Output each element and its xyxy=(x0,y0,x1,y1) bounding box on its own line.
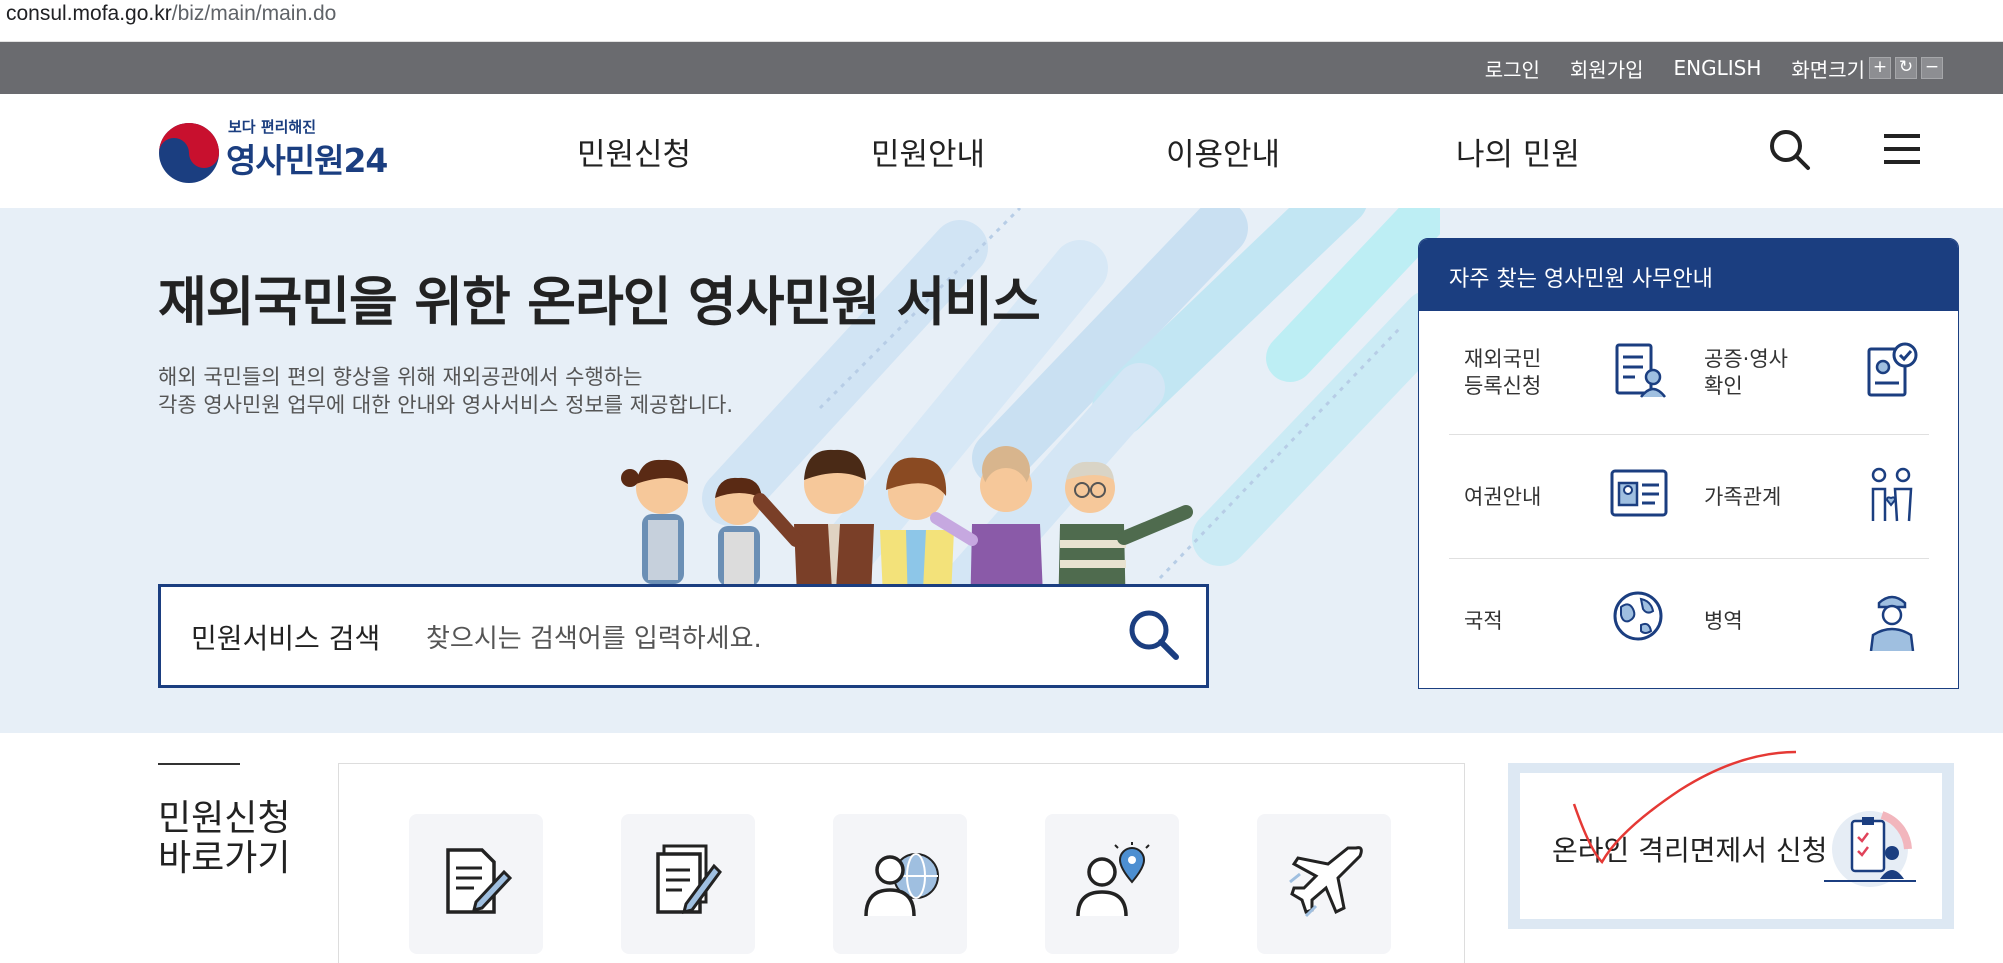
url-text[interactable]: consul.mofa.go.kr/biz/main/main.do xyxy=(6,2,336,26)
document-pen-icon xyxy=(446,848,513,914)
globe-icon xyxy=(1613,591,1663,641)
person-globe-icon xyxy=(864,853,939,917)
airplane-icon xyxy=(1289,846,1363,918)
search-icon[interactable] xyxy=(1768,128,1812,172)
signup-link[interactable]: 회원가입 xyxy=(1570,54,1644,83)
faq-label: 국적 xyxy=(1464,608,1503,633)
hero-section: 재외국민을 위한 온라인 영사민원 서비스 해외 국민들의 편의 향상을 위해 … xyxy=(0,208,2003,733)
screen-size-label: 화면크기 xyxy=(1791,57,1865,82)
faq-label: 확인 xyxy=(1704,374,1743,398)
logo-name: 영사민원24 xyxy=(226,141,388,180)
zoom-out-button[interactable]: − xyxy=(1921,57,1943,79)
taegeuk-emblem-icon xyxy=(159,123,219,183)
hero-title: 재외국민을 위한 온라인 영사민원 서비스 xyxy=(158,272,1041,333)
search-input[interactable]: 찾으시는 검색어를 입력하세요. xyxy=(426,618,762,655)
faq-label: 가족관계 xyxy=(1704,484,1782,509)
soldier-icon xyxy=(1869,595,1915,651)
hero-description-line2: 각종 영사민원 업무에 대한 안내와 영사서비스 정보를 제공합니다. xyxy=(158,393,734,417)
passport-icon xyxy=(1610,469,1668,517)
section-divider xyxy=(158,763,240,765)
quick-apply-item[interactable] xyxy=(621,814,755,954)
quick-apply-title: 민원신청 바로가기 xyxy=(158,799,290,879)
site-header: 보다 편리해진 영사민원24 민원신청 민원안내 이용안내 나의 민원 xyxy=(0,94,2003,208)
quick-apply-title-line1: 민원신청 xyxy=(158,798,291,839)
quick-apply-item[interactable] xyxy=(833,814,967,954)
frequent-services-row: 국적 병역 xyxy=(1449,559,1929,683)
zoom-reset-button[interactable]: ↻ xyxy=(1895,57,1917,79)
english-link[interactable]: ENGLISH xyxy=(1674,56,1762,80)
document-person-icon xyxy=(1615,343,1666,398)
nav-item-apply[interactable]: 민원신청 xyxy=(577,94,691,208)
browser-address-bar[interactable]: consul.mofa.go.kr/biz/main/main.do xyxy=(0,0,2003,42)
login-link[interactable]: 로그인 xyxy=(1485,54,1540,83)
clipboard-check-icon xyxy=(1824,811,1916,887)
url-path: /biz/main/main.do xyxy=(171,2,337,25)
red-checkmark-annotation xyxy=(1572,750,1797,865)
faq-item-overseas-registration[interactable]: 재외국민등록신청 xyxy=(1464,311,1541,435)
menu-icon[interactable] xyxy=(1884,132,1920,166)
frequent-services-row: 여권안내 가족관계 xyxy=(1449,435,1929,559)
nav-item-my[interactable]: 나의 민원 xyxy=(1456,94,1580,208)
documents-pen-icon xyxy=(656,844,722,915)
quick-apply-item[interactable] xyxy=(1045,814,1179,954)
frequent-services-title: 자주 찾는 영사민원 사무안내 xyxy=(1419,239,1958,311)
service-search-box[interactable]: 민원서비스 검색 찾으시는 검색어를 입력하세요. xyxy=(158,584,1209,688)
url-domain: consul.mofa.go.kr xyxy=(6,2,172,25)
frequent-services-panel: 자주 찾는 영사민원 사무안내 재외국민 등록신청 공증·영사 확인 여권안내 … xyxy=(1418,238,1959,689)
faq-label: 여권안내 xyxy=(1464,484,1542,509)
hero-description-line1: 해외 국민들의 편의 향상을 위해 재외공관에서 수행하는 xyxy=(158,365,643,389)
zoom-in-button[interactable]: + xyxy=(1869,57,1891,79)
quick-apply-item[interactable] xyxy=(409,814,543,954)
frequent-services-row: 재외국민등록신청 공증·영사확인 xyxy=(1449,311,1929,435)
faq-item-notarization[interactable]: 공증·영사확인 xyxy=(1704,311,1788,435)
site-logo[interactable]: 보다 편리해진 영사민원24 xyxy=(158,116,398,186)
quick-apply-title-line2: 바로가기 xyxy=(158,838,291,879)
faq-item-family[interactable]: 가족관계 xyxy=(1704,435,1781,559)
search-label: 민원서비스 검색 xyxy=(191,622,381,655)
family-icon xyxy=(1871,467,1913,522)
utility-links: 로그인 회원가입 ENGLISH 화면크기 + ↻ − xyxy=(1485,42,1943,94)
faq-item-passport[interactable]: 여권안내 xyxy=(1464,435,1541,559)
certificate-check-icon xyxy=(1867,342,1918,397)
quick-apply-item[interactable] xyxy=(1257,814,1391,954)
screen-size-control: 화면크기 + ↻ − xyxy=(1791,54,1943,83)
faq-label: 재외국민 xyxy=(1464,347,1542,371)
nav-item-usage[interactable]: 이용안내 xyxy=(1166,94,1280,208)
faq-label: 병역 xyxy=(1704,608,1743,633)
faq-item-military[interactable]: 병역 xyxy=(1704,559,1743,683)
nav-item-guide[interactable]: 민원안내 xyxy=(871,94,985,208)
faq-label: 공증·영사 xyxy=(1704,347,1788,371)
search-submit-icon[interactable] xyxy=(1126,607,1182,663)
faq-item-nationality[interactable]: 국적 xyxy=(1464,559,1503,683)
faq-label: 등록신청 xyxy=(1464,374,1542,398)
quick-apply-list xyxy=(338,763,1465,963)
hero-description: 해외 국민들의 편의 향상을 위해 재외공관에서 수행하는 각종 영사민원 업무… xyxy=(158,363,733,419)
utility-bar: 로그인 회원가입 ENGLISH 화면크기 + ↻ − xyxy=(0,42,2003,94)
person-location-icon xyxy=(1076,842,1150,917)
